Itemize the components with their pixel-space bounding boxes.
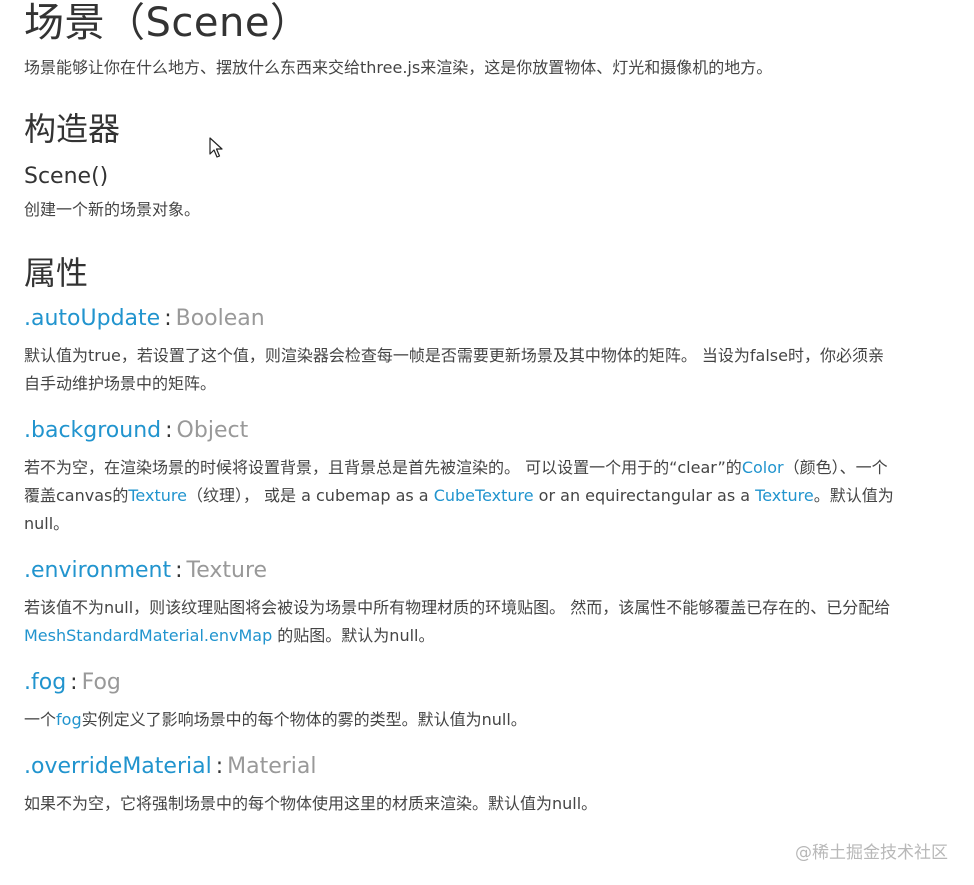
property-colon: :: [165, 418, 173, 443]
property-colon: :: [215, 754, 224, 779]
property-name-environment[interactable]: .environment: [24, 558, 171, 583]
link-texture[interactable]: Texture: [128, 486, 187, 505]
text-segment: 一个: [24, 710, 57, 729]
mouse-pointer-icon: [209, 137, 223, 158]
link-texture-2[interactable]: Texture: [755, 486, 814, 505]
link-fog[interactable]: fog: [56, 710, 82, 729]
intro-text: 场景能够让你在什么地方、摆放什么东西来交给three.js来渲染，这是你放置物体…: [24, 58, 773, 77]
property-fog-header: .fog: Fog: [24, 668, 924, 698]
property-name-overridematerial[interactable]: .overrideMaterial: [24, 754, 212, 779]
property-colon: :: [70, 670, 78, 695]
property-description-overridematerial: 如果不为空，它将强制场景中的每个物体使用这里的材质来渲染。默认值为null。: [24, 794, 598, 813]
text-segment: 实例定义了影响场景中的每个物体的雾的类型。默认值为null。: [81, 710, 527, 729]
property-description-autoupdate: 默认值为true，若设置了这个值，则渲染器会检查每一帧是否需要更新场景及其中物体…: [24, 346, 884, 393]
property-type-autoupdate: Boolean: [175, 306, 265, 331]
link-cubetexture[interactable]: CubeTexture: [434, 486, 534, 505]
properties-heading: 属性: [24, 254, 89, 292]
constructor-heading: 构造器: [24, 110, 121, 148]
doc-page: 场景（Scene） 场景能够让你在什么地方、摆放什么东西来交给three.js来…: [24, 0, 924, 818]
text-segment: （纹理）， 或是 a cubemap as a: [186, 486, 434, 505]
watermark: @稀土掘金技术社区: [795, 843, 948, 863]
constructor-signature: Scene(): [24, 164, 109, 189]
link-color[interactable]: Color: [742, 458, 784, 477]
property-type-fog: Fog: [81, 670, 121, 695]
property-name-autoupdate[interactable]: .autoUpdate: [24, 306, 160, 331]
property-environment-header: .environment: Texture: [24, 556, 924, 586]
property-autoupdate-header: .autoUpdate: Boolean: [24, 304, 924, 334]
page-title: 场景（Scene）: [24, 0, 311, 46]
property-description-background: 若不为空，在渲染场景的时候将设置背景，且背景总是首先被渲染的。 可以设置一个用于…: [24, 454, 894, 538]
text-segment: 的贴图。默认为null。: [272, 626, 435, 645]
property-type-background: Object: [176, 418, 249, 443]
property-description-environment: 若该值不为null，则该纹理贴图将会被设为场景中所有物理材质的环境贴图。 然而，…: [24, 594, 894, 650]
property-colon: :: [164, 306, 172, 331]
property-description-fog: 一个fog实例定义了影响场景中的每个物体的雾的类型。默认值为null。: [24, 706, 894, 734]
property-name-background[interactable]: .background: [24, 418, 161, 443]
text-segment: 若不为空，在渲染场景的时候将设置背景，且背景总是首先被渲染的。 可以设置一个用于…: [24, 458, 742, 477]
property-type-environment: Texture: [186, 558, 268, 583]
property-type-overridematerial: Material: [227, 754, 317, 779]
property-overridematerial-header: .overrideMaterial: Material: [24, 752, 924, 782]
property-name-fog[interactable]: .fog: [24, 670, 66, 695]
text-segment: 若该值不为null，则该纹理贴图将会被设为场景中所有物理材质的环境贴图。 然而，…: [24, 598, 891, 617]
text-segment: or an equirectangular as a: [533, 486, 756, 505]
property-background-header: .background: Object: [24, 416, 924, 446]
property-colon: :: [175, 558, 183, 583]
link-meshstandardmaterial-envmap[interactable]: MeshStandardMaterial.envMap: [24, 626, 272, 645]
constructor-description: 创建一个新的场景对象。: [24, 200, 201, 219]
